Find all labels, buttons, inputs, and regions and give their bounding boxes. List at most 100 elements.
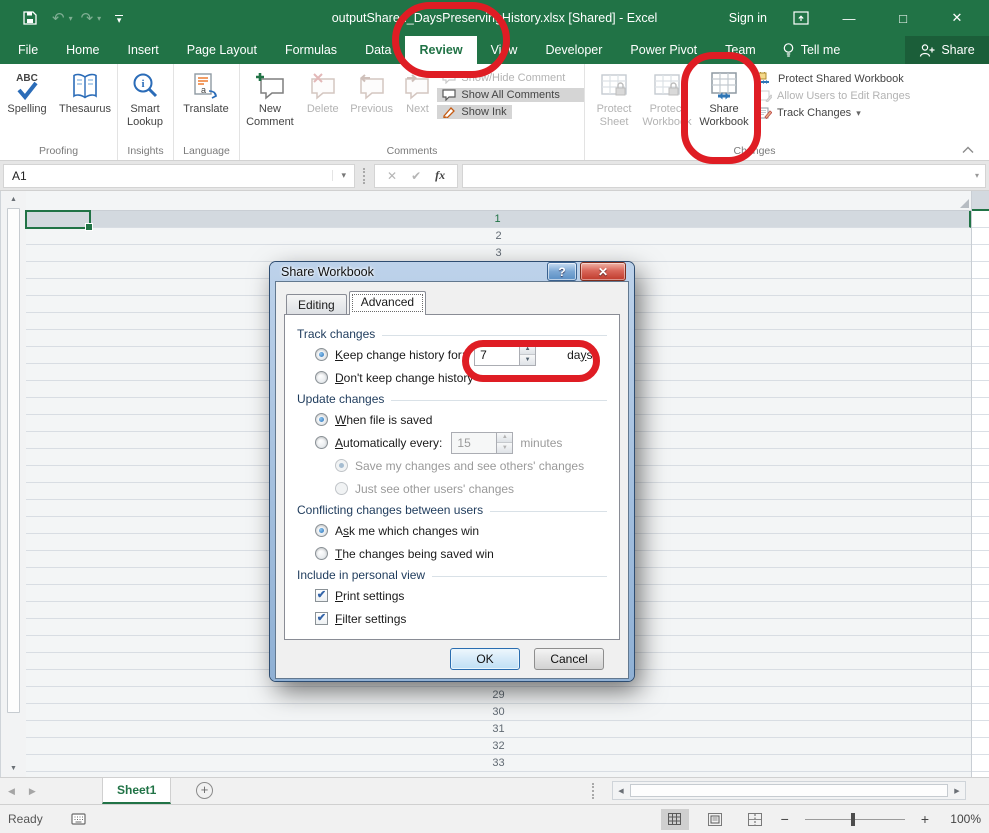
customize-qat-icon[interactable]: ▾ bbox=[115, 15, 123, 22]
ask-me-label[interactable]: Ask me which changes win bbox=[335, 524, 479, 538]
track-changes-button[interactable]: Track Changes ▾ bbox=[753, 106, 866, 120]
collapse-ribbon-icon[interactable] bbox=[962, 146, 974, 154]
zoom-level[interactable]: 100% bbox=[941, 812, 981, 826]
normal-view-button[interactable] bbox=[661, 809, 689, 830]
row-header-31[interactable]: 31 bbox=[26, 721, 971, 738]
ask-me-radio[interactable] bbox=[315, 524, 328, 537]
delete-comment-button[interactable]: Delete bbox=[300, 67, 346, 143]
row-header-32[interactable]: 32 bbox=[26, 738, 971, 755]
dont-keep-history-label[interactable]: Don't keep change history bbox=[335, 371, 473, 385]
confirm-entry-icon[interactable]: ✔ bbox=[411, 169, 421, 183]
ribbon-tab-home[interactable]: Home bbox=[52, 36, 113, 64]
insert-function-icon[interactable]: fx bbox=[435, 168, 445, 183]
dont-keep-history-radio[interactable] bbox=[315, 371, 328, 384]
select-all-corner[interactable] bbox=[26, 191, 972, 211]
when-saved-label[interactable]: When file is saved bbox=[335, 413, 432, 427]
show-ink-button[interactable]: Show Ink bbox=[437, 105, 511, 119]
auto-every-radio[interactable] bbox=[315, 436, 328, 449]
smart-lookup-icon: i bbox=[130, 69, 160, 103]
ribbon-tab-developer[interactable]: Developer bbox=[531, 36, 616, 64]
cancel-button[interactable]: Cancel bbox=[534, 648, 604, 670]
print-settings-label[interactable]: Print settings bbox=[335, 589, 404, 603]
next-sheet-icon[interactable]: ▶ bbox=[29, 786, 36, 797]
redo-icon[interactable]: ↷ bbox=[81, 9, 94, 27]
translate-button[interactable]: a Translate bbox=[174, 67, 238, 143]
page-layout-view-button[interactable] bbox=[701, 809, 729, 830]
show-all-comments-button[interactable]: Show All Comments bbox=[437, 88, 584, 102]
row-header-33[interactable]: 33 bbox=[26, 755, 971, 772]
horizontal-scrollbar[interactable]: ◀ ▶ bbox=[612, 781, 966, 800]
vertical-scroll-thumb[interactable] bbox=[7, 208, 20, 713]
ok-button[interactable]: OK bbox=[450, 648, 520, 670]
dialog-help-button[interactable]: ? bbox=[547, 262, 577, 281]
thesaurus-button[interactable]: Thesaurus bbox=[54, 67, 116, 143]
cancel-entry-icon[interactable]: ✕ bbox=[387, 169, 397, 183]
save-icon[interactable] bbox=[22, 10, 38, 26]
undo-dropdown-icon[interactable]: ▾ bbox=[69, 14, 73, 23]
ribbon-display-options-icon[interactable] bbox=[793, 11, 809, 25]
zoom-slider-thumb[interactable] bbox=[851, 813, 855, 826]
dialog-close-button[interactable]: ✕ bbox=[580, 262, 626, 281]
protect-sheet-button[interactable]: Protect Sheet bbox=[589, 67, 639, 143]
allow-users-button[interactable]: Allow Users to Edit Ranges bbox=[753, 89, 928, 103]
vertical-scrollbar[interactable]: ▲ ▼ bbox=[0, 191, 26, 777]
minimize-button[interactable]: — bbox=[835, 11, 863, 26]
row-header-30[interactable]: 30 bbox=[26, 704, 971, 721]
col-header-A[interactable]: A bbox=[972, 191, 989, 211]
next-comment-button[interactable]: Next bbox=[398, 67, 438, 143]
row-header-2[interactable]: 2 bbox=[26, 228, 971, 245]
ribbon-group-proofing: ABC Spelling Thesaurus Proofing bbox=[0, 64, 118, 160]
scroll-left-icon[interactable]: ◀ bbox=[613, 787, 629, 795]
name-box[interactable]: A1 ▾ bbox=[3, 164, 355, 188]
filter-settings-checkbox[interactable]: ✔ bbox=[315, 612, 328, 625]
keep-history-radio[interactable] bbox=[315, 348, 328, 361]
new-comment-button[interactable]: New Comment bbox=[240, 67, 300, 143]
zoom-slider[interactable] bbox=[805, 819, 905, 820]
scroll-right-icon[interactable]: ▶ bbox=[949, 787, 965, 795]
ribbon-tab-insert[interactable]: Insert bbox=[114, 36, 173, 64]
smart-lookup-button[interactable]: i Smart Lookup bbox=[118, 67, 172, 143]
ribbon-tab-page-layout[interactable]: Page Layout bbox=[173, 36, 271, 64]
page-break-preview-button[interactable] bbox=[741, 809, 769, 830]
tell-me-box[interactable]: Tell me bbox=[770, 36, 853, 64]
scroll-down-icon[interactable]: ▼ bbox=[1, 760, 26, 777]
zoom-out-icon[interactable]: − bbox=[781, 811, 789, 827]
sheet-tab-sheet1[interactable]: Sheet1 bbox=[102, 778, 171, 804]
zoom-in-icon[interactable]: + bbox=[921, 811, 929, 827]
previous-sheet-icon[interactable]: ◀ bbox=[8, 786, 15, 797]
macro-record-icon[interactable] bbox=[71, 813, 86, 825]
ribbon-tab-file[interactable]: File bbox=[4, 36, 52, 64]
share-button-top[interactable]: Share bbox=[905, 36, 989, 64]
new-sheet-button[interactable]: + bbox=[196, 782, 213, 799]
auto-every-label[interactable]: Automatically every: bbox=[335, 436, 442, 450]
expand-formula-bar-icon[interactable]: ▾ bbox=[975, 171, 985, 180]
spelling-button[interactable]: ABC Spelling bbox=[0, 67, 54, 143]
dialog-title-bar[interactable]: Share Workbook ? ✕ bbox=[275, 262, 629, 281]
sign-in-link[interactable]: Sign in bbox=[729, 11, 767, 25]
name-box-dropdown-icon[interactable]: ▾ bbox=[332, 170, 354, 181]
saved-win-label[interactable]: The changes being saved win bbox=[335, 547, 494, 561]
scroll-up-icon[interactable]: ▲ bbox=[1, 191, 26, 208]
dialog-tab-advanced[interactable]: Advanced bbox=[349, 291, 426, 315]
maximize-button[interactable]: □ bbox=[889, 11, 917, 26]
dialog-tab-editing[interactable]: Editing bbox=[286, 294, 347, 314]
when-saved-radio[interactable] bbox=[315, 413, 328, 426]
grid-canvas[interactable] bbox=[972, 211, 989, 777]
print-settings-checkbox[interactable]: ✔ bbox=[315, 589, 328, 602]
close-button[interactable]: ✕ bbox=[943, 10, 971, 26]
saved-win-radio[interactable] bbox=[315, 547, 328, 560]
redo-dropdown-icon[interactable]: ▾ bbox=[97, 14, 101, 23]
undo-icon[interactable]: ↶ bbox=[52, 9, 65, 27]
row-header-3[interactable]: 3 bbox=[26, 245, 971, 262]
conflicting-changes-header: Conflicting changes between users bbox=[297, 503, 483, 517]
previous-comment-button[interactable]: Previous bbox=[346, 67, 398, 143]
ribbon-tab-formulas[interactable]: Formulas bbox=[271, 36, 351, 64]
tab-bar-divider[interactable] bbox=[592, 783, 594, 799]
filter-settings-label[interactable]: Filter settings bbox=[335, 612, 406, 626]
row-header-1[interactable]: 1 bbox=[26, 211, 971, 228]
horizontal-scroll-thumb[interactable] bbox=[630, 784, 948, 797]
formula-input[interactable]: ▾ bbox=[462, 164, 986, 188]
protect-shared-workbook-button[interactable]: Protect Shared Workbook bbox=[753, 71, 928, 86]
keep-history-label[interactable]: Keep change history for: bbox=[335, 348, 465, 362]
row-header-29[interactable]: 29 bbox=[26, 687, 971, 704]
